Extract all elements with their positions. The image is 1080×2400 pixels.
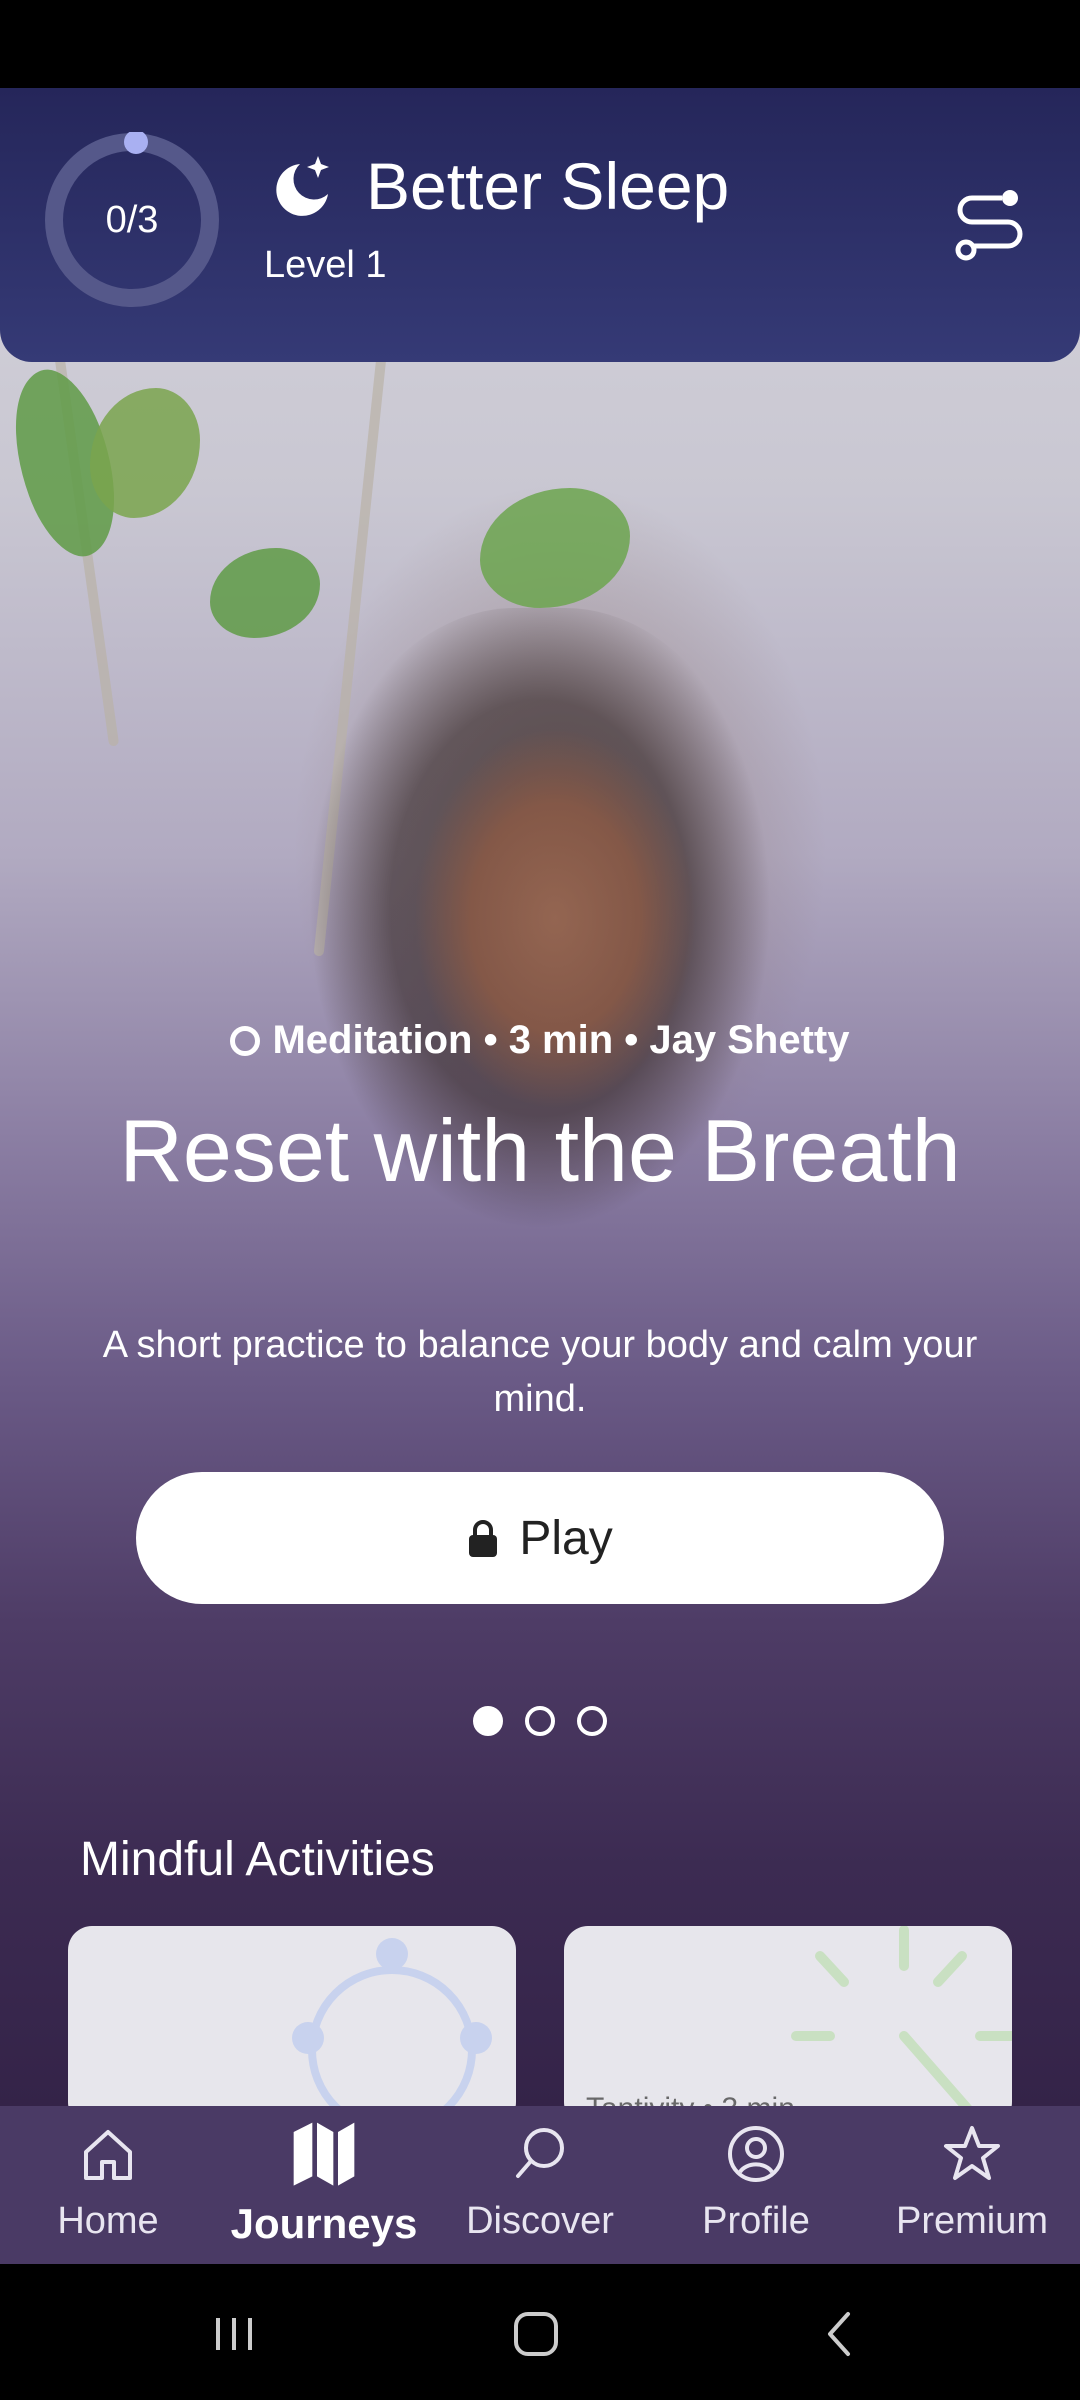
session-meta-text: Meditation • 3 min • Jay Shetty [272, 1018, 850, 1062]
journey-level: Level 1 [264, 244, 387, 286]
nav-profile[interactable]: Profile [648, 2106, 864, 2264]
map-icon [293, 2122, 355, 2186]
journey-title: Better Sleep [366, 149, 730, 223]
pagination-dot-1[interactable] [473, 1706, 503, 1736]
nav-premium-label: Premium [895, 2200, 1049, 2242]
nav-journeys-label: Journeys [230, 2200, 418, 2247]
route-path-icon[interactable] [950, 184, 1030, 264]
recent-apps-icon[interactable] [204, 2304, 264, 2364]
session-title: Reset with the Breath [119, 1101, 961, 1200]
star-icon [944, 2126, 1000, 2180]
nav-journeys[interactable]: Journeys [216, 2106, 432, 2264]
breathing-circle-icon [292, 1938, 492, 2126]
journey-header[interactable]: 0/3 Better Sleep Level 1 [0, 88, 1080, 362]
back-icon[interactable] [810, 2304, 870, 2364]
search-icon [516, 2128, 564, 2178]
play-label: Play [519, 1511, 613, 1565]
pagination-dot-2[interactable] [525, 1706, 555, 1736]
moon-stars-icon [276, 156, 329, 216]
system-navigation-bar [0, 2264, 1080, 2400]
nav-home-label: Home [57, 2200, 159, 2242]
meditation-circle-icon [230, 1025, 261, 1056]
section-title: Mindful Activities [80, 1833, 435, 1886]
home-icon [84, 2130, 132, 2180]
bottom-navigation: Home Journeys Discover Profile Premium [0, 2106, 1080, 2264]
session-description: A short practice to balance your body an… [102, 1324, 978, 1420]
nav-discover-label: Discover [466, 2200, 614, 2242]
session-meta: Meditation • 3 min • Jay Shetty [0, 1018, 1080, 1063]
activity-card[interactable] [68, 1926, 516, 2126]
pagination-dot-3[interactable] [577, 1706, 607, 1736]
status-bar [0, 0, 1080, 88]
play-button[interactable]: Play [136, 1472, 944, 1604]
activity-card[interactable]: Tantivity • 3 min [564, 1926, 1012, 2126]
nav-home[interactable]: Home [0, 2106, 216, 2264]
home-button-icon[interactable] [506, 2304, 566, 2364]
hero-background [0, 88, 1080, 2108]
carousel-pagination[interactable] [0, 1706, 1080, 1736]
nav-profile-label: Profile [702, 2200, 810, 2242]
nav-discover[interactable]: Discover [432, 2106, 648, 2264]
progress-count: 0/3 [105, 198, 159, 241]
profile-icon [728, 2126, 784, 2182]
lock-icon [469, 1520, 498, 1557]
nav-premium[interactable]: Premium [864, 2106, 1080, 2264]
